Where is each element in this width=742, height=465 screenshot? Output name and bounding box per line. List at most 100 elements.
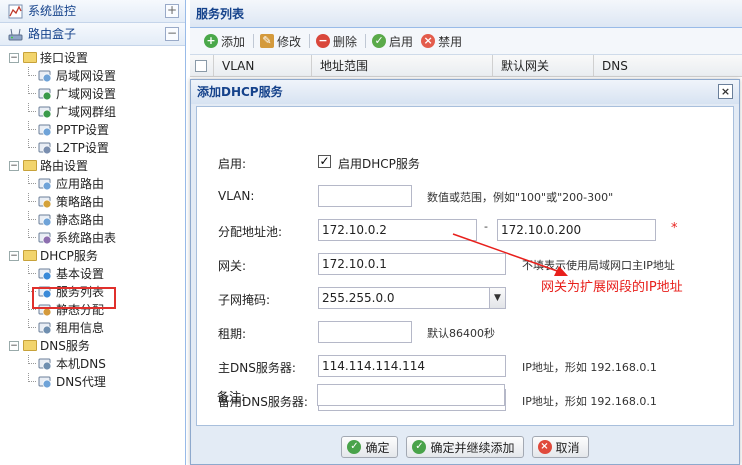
tree-connector bbox=[28, 265, 36, 274]
toolbar-separator bbox=[365, 34, 367, 48]
tree-group[interactable]: − DHCP服务 bbox=[0, 247, 185, 265]
tree-item-label: 路由设置 bbox=[40, 159, 89, 173]
annotation-text: 网关为扩展网段的IP地址 bbox=[541, 280, 683, 295]
chevron-down-icon[interactable]: ▼ bbox=[489, 287, 506, 309]
collapse-toggle-icon[interactable]: − bbox=[9, 53, 19, 63]
tree-connector bbox=[28, 67, 36, 76]
select-all-checkbox[interactable] bbox=[190, 55, 214, 76]
delete-button[interactable]: − 删除 bbox=[316, 33, 357, 50]
tree-item-label: 策略路由 bbox=[56, 195, 105, 209]
tree-connector bbox=[28, 319, 36, 328]
tree-item-label: DHCP服务 bbox=[40, 249, 98, 263]
dialog-form: 启用: ✓ 启用DHCP服务 VLAN: 数值或范围，例如"100"或"200-… bbox=[196, 106, 734, 426]
folder-icon bbox=[23, 160, 37, 171]
tree-item-label: 静态路由 bbox=[56, 213, 105, 227]
pool-start-input[interactable] bbox=[318, 219, 477, 241]
tree-item[interactable]: DNS代理 bbox=[0, 373, 185, 391]
tree-group[interactable]: − DNS服务 bbox=[0, 337, 185, 355]
tree-item[interactable]: 租用信息 bbox=[0, 319, 185, 337]
cancel-button[interactable]: × 取消 bbox=[531, 436, 589, 458]
tree-connector bbox=[28, 211, 36, 220]
primary-dns-input[interactable] bbox=[318, 355, 506, 377]
node-icon bbox=[38, 70, 52, 83]
disable-button[interactable]: × 禁用 bbox=[421, 33, 462, 50]
node-icon bbox=[38, 376, 52, 389]
close-icon[interactable]: × bbox=[718, 84, 733, 99]
check-icon: ✓ bbox=[412, 440, 427, 454]
collapse-toggle-icon[interactable]: − bbox=[9, 251, 19, 261]
column-header-gateway[interactable]: 默认网关 bbox=[493, 55, 594, 76]
column-header-vlan[interactable]: VLAN bbox=[214, 55, 312, 76]
node-icon bbox=[38, 322, 52, 335]
tree-item[interactable]: 本机DNS bbox=[0, 355, 185, 373]
tree-item[interactable]: 应用路由 bbox=[0, 175, 185, 193]
accordion-header-router-box[interactable]: 路由盒子 − bbox=[0, 23, 185, 46]
ok-continue-button[interactable]: ✓ 确定并继续添加 bbox=[406, 436, 524, 458]
gateway-hint: 不填表示使用局域网口主IP地址 bbox=[522, 259, 675, 272]
enable-dhcp-checkbox[interactable]: ✓ bbox=[318, 155, 331, 168]
tree-item-label: DNS服务 bbox=[40, 339, 90, 353]
add-button[interactable]: + 添加 bbox=[204, 33, 245, 50]
node-icon bbox=[38, 106, 52, 119]
node-icon bbox=[38, 358, 52, 371]
tree-item[interactable]: 局域网设置 bbox=[0, 67, 185, 85]
node-icon bbox=[38, 88, 52, 101]
enable-label: 启用: bbox=[218, 157, 247, 171]
tree-item-label: DNS代理 bbox=[56, 375, 106, 389]
grid-header: VLAN 地址范围 默认网关 DNS bbox=[190, 55, 742, 77]
add-dhcp-dialog: 添加DHCP服务 × 启用: ✓ 启用DHCP服务 VLAN: 数值或范围，例如… bbox=[190, 79, 740, 465]
note-input[interactable] bbox=[317, 384, 505, 406]
form-row-vlan: VLAN: 数值或范围，例如"100"或"200-300" bbox=[197, 181, 733, 211]
lease-label: 租期: bbox=[218, 327, 247, 341]
tree-connector bbox=[28, 355, 36, 364]
ok-button[interactable]: ✓ 确定 bbox=[341, 436, 399, 458]
tree-item-label: PPTP设置 bbox=[56, 123, 110, 137]
sidebar: 系统监控 + 路由盒子 − − 接口设置局域网设置广域网设置广域网群组 PPTP设置… bbox=[0, 0, 186, 465]
pool-end-input[interactable] bbox=[497, 219, 656, 241]
tree-item[interactable]: PPTP设置 bbox=[0, 121, 185, 139]
tree-item-label: 租用信息 bbox=[56, 321, 105, 335]
tree-item[interactable]: 广域网群组 bbox=[0, 103, 185, 121]
column-header-dns[interactable]: DNS bbox=[594, 55, 742, 76]
enable-dhcp-checkbox-label[interactable]: 启用DHCP服务 bbox=[338, 155, 420, 172]
tree-connector bbox=[28, 85, 36, 94]
tree-item-label: 广域网设置 bbox=[56, 87, 117, 101]
expand-icon[interactable]: + bbox=[165, 4, 179, 18]
tree-item[interactable]: 策略路由 bbox=[0, 193, 185, 211]
gateway-label: 网关: bbox=[218, 259, 247, 273]
lease-input[interactable] bbox=[318, 321, 412, 343]
collapse-toggle-icon[interactable]: − bbox=[9, 341, 19, 351]
collapse-icon[interactable]: − bbox=[165, 27, 179, 41]
collapse-toggle-icon[interactable]: − bbox=[9, 161, 19, 171]
tree-item[interactable]: 基本设置 bbox=[0, 265, 185, 283]
gateway-input[interactable] bbox=[318, 253, 506, 275]
tree-item-label: 局域网设置 bbox=[56, 69, 117, 83]
tree-item[interactable]: 系统路由表 bbox=[0, 229, 185, 247]
tree-item[interactable]: 广域网设置 bbox=[0, 85, 185, 103]
form-row-lease: 租期: 默认86400秒 bbox=[197, 317, 733, 347]
page-title: 服务列表 bbox=[190, 0, 742, 28]
subnet-mask-select[interactable] bbox=[318, 287, 490, 309]
tree-connector bbox=[28, 121, 36, 130]
tree-item-label: 广域网群组 bbox=[56, 105, 117, 119]
tree-item-label: 接口设置 bbox=[40, 51, 89, 65]
pool-dash: - bbox=[484, 220, 488, 233]
tree-connector bbox=[28, 193, 36, 202]
tree-group[interactable]: − 接口设置 bbox=[0, 49, 185, 67]
vlan-input[interactable] bbox=[318, 185, 412, 207]
dialog-footer: ✓ 确定 ✓ 确定并继续添加 × 取消 bbox=[191, 432, 739, 462]
tree-connector bbox=[28, 373, 36, 382]
column-header-range[interactable]: 地址范围 bbox=[312, 55, 493, 76]
node-icon bbox=[38, 214, 52, 227]
edit-button[interactable]: ✎ 修改 bbox=[260, 33, 301, 50]
tree-item[interactable]: 静态路由 bbox=[0, 211, 185, 229]
tree-item[interactable]: L2TP设置 bbox=[0, 139, 185, 157]
tree-group[interactable]: − 路由设置 bbox=[0, 157, 185, 175]
accordion-header-system-monitor[interactable]: 系统监控 + bbox=[0, 0, 185, 23]
accordion-header-label: 系统监控 bbox=[28, 4, 77, 18]
edit-user-icon: ✎ bbox=[260, 34, 275, 48]
tree-item-label: 基本设置 bbox=[56, 267, 105, 281]
dns1-hint: IP地址，形如 192.168.0.1 bbox=[522, 361, 657, 374]
form-row-gateway: 网关: 不填表示使用局域网口主IP地址 bbox=[197, 249, 733, 279]
enable-button[interactable]: ✓ 启用 bbox=[372, 33, 413, 50]
